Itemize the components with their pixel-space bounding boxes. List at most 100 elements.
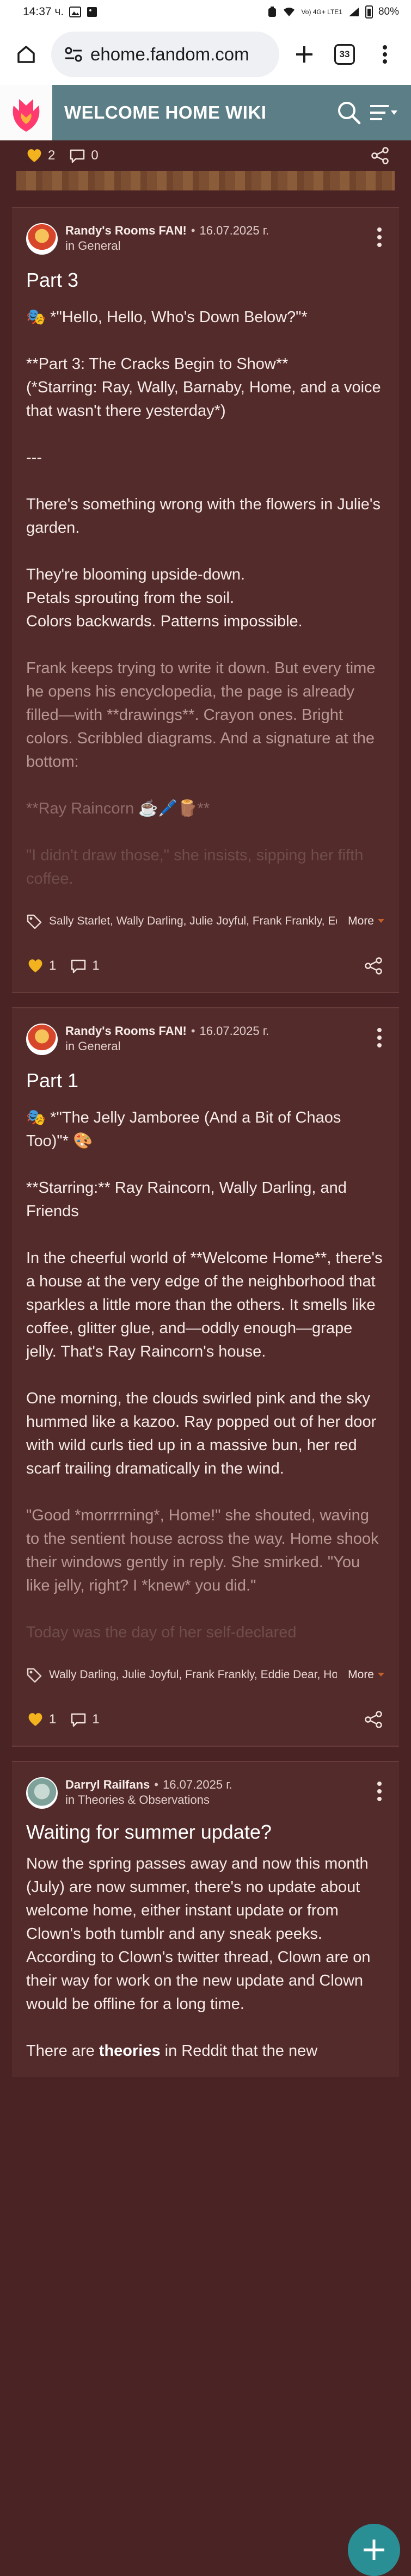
post-tags: Sally Starlet, Wally Darling, Julie Joyf…	[26, 910, 385, 932]
share-button[interactable]	[364, 957, 383, 978]
more-vertical-icon	[383, 45, 387, 64]
comment-icon	[70, 149, 85, 163]
post-body: Now the spring passes away and now this …	[26, 1852, 385, 2063]
chevron-down-icon	[378, 919, 384, 923]
search-icon	[338, 102, 361, 125]
tag-list[interactable]: Sally Starlet, Wally Darling, Julie Joyf…	[49, 915, 337, 928]
more-tags-button[interactable]: More	[343, 915, 385, 928]
author-name[interactable]: Randy's Rooms FAN!	[65, 1024, 187, 1038]
discussion-post[interactable]: Darryl Railfans • 16.07.2025 г. in Theorie…	[12, 1761, 399, 2077]
category-link[interactable]: General	[78, 1039, 120, 1053]
wiki-menu-button[interactable]	[366, 95, 401, 130]
home-button[interactable]	[11, 39, 41, 70]
fandom-logo[interactable]	[0, 85, 52, 140]
post-options-button[interactable]	[374, 1777, 385, 1801]
search-button[interactable]	[332, 95, 366, 130]
comment-button[interactable]: 1	[70, 958, 100, 973]
plus-icon	[364, 2540, 384, 2560]
post-date: 16.07.2025 г.	[199, 224, 269, 237]
system-status-bar: 14:37 ч. Vo) 4G+ LTE1 80%	[0, 0, 411, 24]
post-options-button[interactable]	[374, 1024, 385, 1047]
post-line: (*Starring: Ray, Wally, Barnaby, Home, a…	[26, 379, 381, 420]
site-settings-icon[interactable]	[64, 46, 83, 63]
comment-icon	[71, 959, 86, 973]
battery-percent: 80%	[378, 6, 399, 17]
post-line: There are theories in Reddit that the ne…	[26, 2042, 318, 2060]
previous-post-reactions: 2 0	[0, 140, 411, 171]
wiki-header: WELCOME HOME WIKI	[0, 85, 411, 140]
comment-count: 1	[92, 958, 100, 973]
browser-toolbar: ehome.fandom.com 33	[0, 24, 411, 85]
post-header: Randy's Rooms FAN! • 16.07.2025 г. in Gene…	[26, 1024, 385, 1055]
heart-icon	[28, 1713, 42, 1726]
share-button[interactable]	[364, 1711, 383, 1732]
post-line: "I didn't draw those," she insists, sipp…	[26, 847, 364, 888]
post-line: "Good *morrrrning*, Home!" she shouted, …	[26, 1507, 379, 1594]
like-count: 1	[49, 1712, 57, 1727]
post-header: Darryl Railfans • 16.07.2025 г. in Theorie…	[26, 1777, 385, 1809]
discussion-post[interactable]: Randy's Rooms FAN! • 16.07.2025 г. in Gene…	[12, 207, 399, 993]
separator-dot: •	[154, 1778, 158, 1791]
post-title[interactable]: Part 3	[26, 269, 385, 292]
plus-icon	[296, 46, 312, 63]
browser-menu-button[interactable]	[370, 39, 400, 70]
tag-list[interactable]: Wally Darling, Julie Joyful, Frank Frank…	[49, 1668, 337, 1681]
category-link[interactable]: Theories & Observations	[78, 1793, 210, 1807]
more-tags-button[interactable]: More	[343, 1668, 385, 1681]
chevron-down-icon	[378, 1673, 384, 1677]
post-line: One morning, the clouds swirled pink and…	[26, 1390, 377, 1477]
post-line: 🎭 *"The Jelly Jamboree (And a Bit of Cha…	[26, 1109, 341, 1150]
address-bar[interactable]: ehome.fandom.com	[51, 32, 279, 77]
comment-button[interactable]: 1	[70, 1712, 100, 1727]
status-right: Vo) 4G+ LTE1 80%	[267, 5, 399, 19]
hamburger-menu-icon	[370, 105, 397, 120]
post-line: Frank keeps trying to write it down. But…	[26, 660, 376, 771]
post-reactions: 1 1	[26, 954, 385, 978]
like-button[interactable]: 2	[26, 148, 55, 163]
avatar[interactable]	[26, 1777, 58, 1809]
like-count: 2	[48, 148, 56, 163]
avatar[interactable]	[26, 1024, 58, 1055]
post-line: They're blooming upside-down.	[26, 566, 246, 583]
url-text[interactable]: ehome.fandom.com	[90, 44, 249, 65]
author-name[interactable]: Randy's Rooms FAN!	[65, 224, 187, 237]
comment-icon	[71, 1713, 86, 1727]
post-meta: Darryl Railfans • 16.07.2025 г. in Theorie…	[65, 1777, 366, 1808]
tab-switcher-button[interactable]: 33	[329, 39, 360, 70]
avatar[interactable]	[26, 223, 58, 255]
share-button[interactable]	[371, 147, 389, 168]
post-line: **Part 3: The Cracks Begin to Show**	[26, 355, 289, 373]
post-reactions: 1 1	[26, 1708, 385, 1731]
post-date: 16.07.2025 г.	[163, 1778, 232, 1791]
post-title[interactable]: Waiting for summer update?	[26, 1821, 385, 1844]
discussion-post[interactable]: Randy's Rooms FAN! • 16.07.2025 г. in Gene…	[12, 1007, 399, 1747]
post-body: 🎭 *"Hello, Hello, Who's Down Below?"* **…	[26, 306, 385, 891]
post-options-button[interactable]	[374, 223, 385, 247]
alarm-icon	[268, 7, 277, 17]
create-post-button[interactable]	[348, 2524, 400, 2576]
comment-count: 0	[91, 148, 99, 163]
post-line: In the cheerful world of **Welcome Home*…	[26, 1249, 383, 1360]
like-button[interactable]: 1	[27, 1712, 56, 1727]
theories-link[interactable]: theories	[99, 2042, 161, 2060]
tab-count: 33	[334, 44, 355, 65]
post-line: There's something wrong with the flowers…	[26, 496, 381, 537]
like-button[interactable]: 1	[27, 958, 56, 973]
like-count: 1	[49, 958, 57, 973]
share-icon	[371, 147, 389, 164]
author-name[interactable]: Darryl Railfans	[65, 1778, 150, 1791]
separator-dot: •	[191, 224, 195, 237]
heart-icon	[28, 959, 42, 972]
category-link[interactable]: General	[78, 239, 120, 252]
post-title[interactable]: Part 1	[26, 1069, 385, 1092]
share-icon	[365, 957, 382, 975]
post-line: **Starring:** Ray Raincorn, Wally Darlin…	[26, 1179, 347, 1220]
battery-icon	[365, 5, 373, 19]
new-tab-button[interactable]	[289, 39, 320, 70]
post-line: **Ray Raincorn ☕️🖊️🪵**	[26, 800, 210, 817]
comment-button[interactable]: 0	[69, 148, 99, 163]
tag-icon	[27, 1668, 42, 1683]
wiki-title[interactable]: WELCOME HOME WIKI	[52, 102, 332, 123]
share-icon	[365, 1711, 382, 1728]
post-category: in Theories & Observations	[65, 1793, 210, 1807]
